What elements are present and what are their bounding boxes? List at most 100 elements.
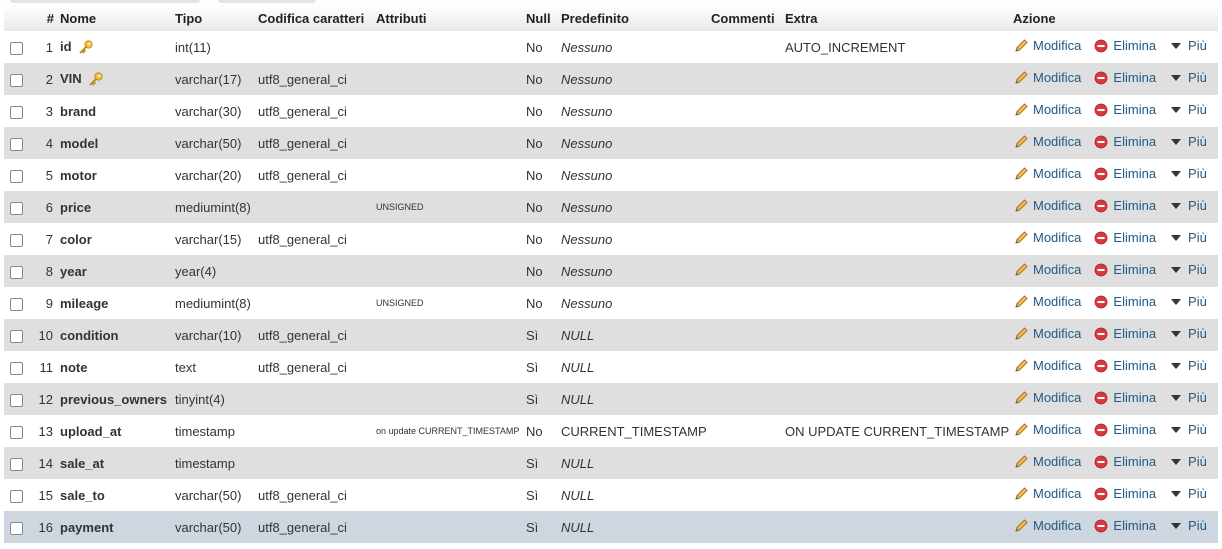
delete-link[interactable]: Elimina [1093, 38, 1156, 54]
row-checkbox[interactable] [9, 425, 23, 439]
table-row[interactable]: 1 id int(11) No Nessuno AUTO_INCREMENT Modific… [4, 31, 1218, 63]
row-checkbox[interactable] [9, 233, 23, 247]
header-type[interactable]: Tipo [172, 5, 255, 31]
edit-link[interactable]: Modifica [1013, 70, 1081, 86]
more-dropdown[interactable]: Più [1168, 230, 1207, 246]
delete-link[interactable]: Elimina [1093, 230, 1156, 246]
delete-link[interactable]: Elimina [1093, 134, 1156, 150]
edit-link[interactable]: Modifica [1013, 518, 1081, 534]
row-checkbox[interactable] [9, 41, 23, 55]
delete-link[interactable]: Elimina [1093, 70, 1156, 86]
header-default[interactable]: Predefinito [558, 5, 708, 31]
edit-link[interactable]: Modifica [1013, 390, 1081, 406]
row-checkbox[interactable] [9, 137, 23, 151]
more-dropdown[interactable]: Più [1168, 294, 1207, 310]
row-checkbox-cell[interactable] [4, 127, 28, 159]
row-checkbox-cell[interactable] [4, 223, 28, 255]
header-attributes[interactable]: Attributi [373, 5, 523, 31]
row-checkbox[interactable] [9, 265, 23, 279]
edit-link[interactable]: Modifica [1013, 38, 1081, 54]
more-dropdown[interactable]: Più [1168, 70, 1207, 86]
table-row[interactable]: 3 brand varchar(30) utf8_general_ci No Nessun… [4, 95, 1218, 127]
delete-link[interactable]: Elimina [1093, 358, 1156, 374]
edit-link[interactable]: Modifica [1013, 134, 1081, 150]
row-checkbox[interactable] [9, 361, 23, 375]
more-dropdown[interactable]: Più [1168, 166, 1207, 182]
delete-link[interactable]: Elimina [1093, 422, 1156, 438]
row-checkbox[interactable] [9, 393, 23, 407]
delete-link[interactable]: Elimina [1093, 198, 1156, 214]
delete-link[interactable]: Elimina [1093, 390, 1156, 406]
table-row[interactable]: 10 condition varchar(10) utf8_general_ci Sì N… [4, 319, 1218, 351]
edit-link[interactable]: Modifica [1013, 230, 1081, 246]
row-checkbox[interactable] [9, 521, 23, 535]
edit-link[interactable]: Modifica [1013, 454, 1081, 470]
more-dropdown[interactable]: Più [1168, 390, 1207, 406]
more-dropdown[interactable]: Più [1168, 198, 1207, 214]
table-row[interactable]: 2 VIN varchar(17) utf8_general_ci No Nessuno M… [4, 63, 1218, 95]
header-num[interactable]: # [28, 5, 57, 31]
delete-link[interactable]: Elimina [1093, 326, 1156, 342]
edit-link[interactable]: Modifica [1013, 198, 1081, 214]
row-checkbox-cell[interactable] [4, 95, 28, 127]
row-checkbox[interactable] [9, 73, 23, 87]
more-dropdown[interactable]: Più [1168, 326, 1207, 342]
row-checkbox-cell[interactable] [4, 383, 28, 415]
row-checkbox[interactable] [9, 457, 23, 471]
delete-link[interactable]: Elimina [1093, 518, 1156, 534]
table-row[interactable]: 6 price mediumint(8) UNSIGNED No Nessuno Modif… [4, 191, 1218, 223]
table-row[interactable]: 9 mileage mediumint(8) UNSIGNED No Nessuno Mod… [4, 287, 1218, 319]
edit-link[interactable]: Modifica [1013, 486, 1081, 502]
table-row[interactable]: 13 upload_at timestamp on update CURRENT_TI… [4, 415, 1218, 447]
row-checkbox[interactable] [9, 105, 23, 119]
delete-link[interactable]: Elimina [1093, 486, 1156, 502]
edit-link[interactable]: Modifica [1013, 358, 1081, 374]
header-name[interactable]: Nome [57, 5, 172, 31]
row-checkbox-cell[interactable] [4, 191, 28, 223]
more-dropdown[interactable]: Più [1168, 262, 1207, 278]
more-dropdown[interactable]: Più [1168, 422, 1207, 438]
table-row[interactable]: 8 year year(4) No Nessuno Modifica Elimina Più [4, 255, 1218, 287]
more-dropdown[interactable]: Più [1168, 358, 1207, 374]
row-checkbox-cell[interactable] [4, 255, 28, 287]
row-checkbox-cell[interactable] [4, 447, 28, 479]
more-dropdown[interactable]: Più [1168, 102, 1207, 118]
row-checkbox[interactable] [9, 329, 23, 343]
delete-link[interactable]: Elimina [1093, 262, 1156, 278]
more-dropdown[interactable]: Più [1168, 134, 1207, 150]
row-checkbox-cell[interactable] [4, 159, 28, 191]
row-checkbox-cell[interactable] [4, 287, 28, 319]
edit-link[interactable]: Modifica [1013, 294, 1081, 310]
row-checkbox[interactable] [9, 201, 23, 215]
header-null[interactable]: Null [523, 5, 558, 31]
table-row[interactable]: 14 sale_at timestamp Sì NULL Modifica Elimina P… [4, 447, 1218, 479]
table-row[interactable]: 16 payment varchar(50) utf8_general_ci Sì NUL… [4, 511, 1218, 543]
row-checkbox-cell[interactable] [4, 63, 28, 95]
more-dropdown[interactable]: Più [1168, 486, 1207, 502]
more-dropdown[interactable]: Più [1168, 518, 1207, 534]
table-row[interactable]: 15 sale_to varchar(50) utf8_general_ci Sì NUL… [4, 479, 1218, 511]
row-checkbox-cell[interactable] [4, 351, 28, 383]
table-row[interactable]: 11 note text utf8_general_ci Sì NULL Modifica E… [4, 351, 1218, 383]
edit-link[interactable]: Modifica [1013, 326, 1081, 342]
delete-link[interactable]: Elimina [1093, 294, 1156, 310]
table-row[interactable]: 7 color varchar(15) utf8_general_ci No Nessun… [4, 223, 1218, 255]
delete-link[interactable]: Elimina [1093, 102, 1156, 118]
row-checkbox-cell[interactable] [4, 31, 28, 63]
delete-link[interactable]: Elimina [1093, 454, 1156, 470]
edit-link[interactable]: Modifica [1013, 262, 1081, 278]
edit-link[interactable]: Modifica [1013, 102, 1081, 118]
table-row[interactable]: 5 motor varchar(20) utf8_general_ci No Nessun… [4, 159, 1218, 191]
edit-link[interactable]: Modifica [1013, 422, 1081, 438]
table-row[interactable]: 4 model varchar(50) utf8_general_ci No Nessun… [4, 127, 1218, 159]
header-extra[interactable]: Extra [782, 5, 1010, 31]
row-checkbox[interactable] [9, 169, 23, 183]
row-checkbox-cell[interactable] [4, 415, 28, 447]
row-checkbox-cell[interactable] [4, 319, 28, 351]
edit-link[interactable]: Modifica [1013, 166, 1081, 182]
delete-link[interactable]: Elimina [1093, 166, 1156, 182]
header-collation[interactable]: Codifica caratteri [255, 5, 373, 31]
more-dropdown[interactable]: Più [1168, 38, 1207, 54]
more-dropdown[interactable]: Più [1168, 454, 1207, 470]
table-row[interactable]: 12 previous_owners tinyint(4) Sì NULL Modific… [4, 383, 1218, 415]
